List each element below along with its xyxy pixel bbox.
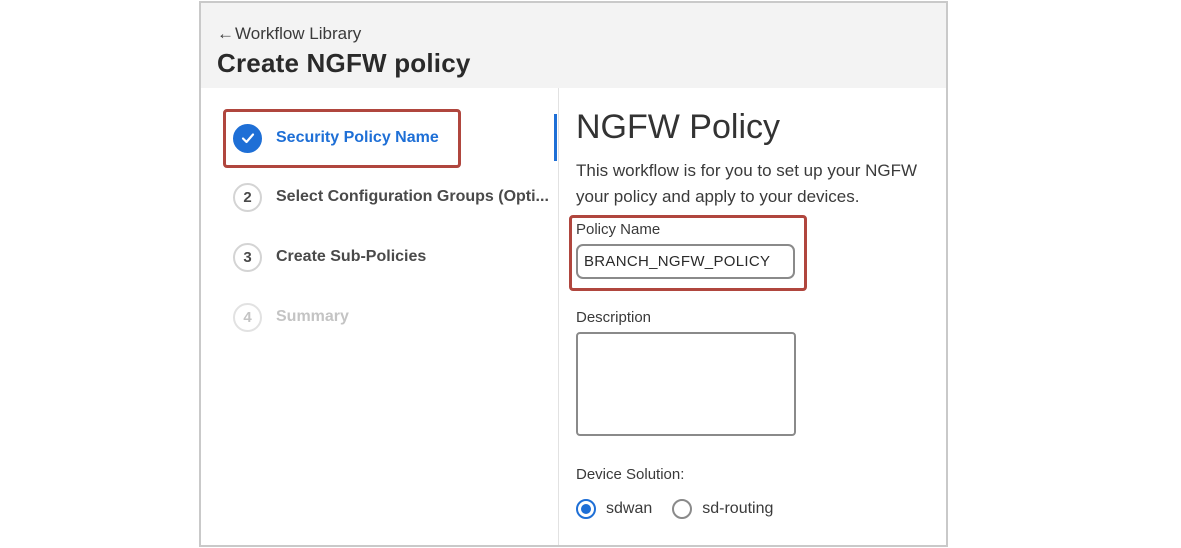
highlight-policy-name-box — [569, 215, 807, 291]
radio-label: sdwan — [606, 500, 653, 517]
intro-line-1: This workflow is for you to set up your … — [576, 161, 918, 180]
back-arrow-icon: ← — [217, 24, 234, 43]
header-bar: ← Workflow Library Create NGFW policy — [201, 3, 946, 88]
highlight-step-box — [223, 109, 461, 168]
device-solution-label: Device Solution: — [576, 466, 685, 483]
radio-sdwan[interactable]: sdwan — [576, 499, 652, 519]
step-summary: 4 Summary — [233, 302, 349, 332]
intro-text: This workflow is for you to set up your … — [576, 158, 946, 210]
radio-unselected-icon[interactable] — [672, 499, 693, 519]
back-link-label: Workflow Library — [235, 24, 362, 43]
panel-divider — [558, 88, 559, 545]
radio-sd-routing[interactable]: sd-routing — [672, 499, 773, 519]
main-content: NGFW Policy This workflow is for you to … — [576, 88, 946, 545]
step-create-sub-policies[interactable]: 3 Create Sub-Policies — [233, 242, 426, 272]
radio-selected-icon[interactable] — [576, 499, 596, 519]
step-select-configuration-groups[interactable]: 2 Select Configuration Groups (Opti... — [233, 182, 549, 212]
workflow-window: ← Workflow Library Create NGFW policy Se… — [199, 1, 948, 547]
intro-line-2: your policy and apply to your devices. — [576, 187, 860, 206]
step-number: 4 — [233, 302, 262, 332]
step-number: 3 — [233, 242, 262, 272]
content-title: NGFW Policy — [576, 108, 780, 146]
description-textarea[interactable] — [576, 332, 796, 436]
device-solution-radio-group: sdwan sd-routing — [576, 499, 793, 519]
step-label: Create Sub-Policies — [276, 248, 427, 265]
step-label: Summary — [276, 308, 349, 325]
step-number: 2 — [233, 182, 262, 212]
description-label: Description — [576, 309, 652, 326]
radio-label: sd-routing — [702, 500, 774, 517]
page-title: Create NGFW policy — [217, 48, 471, 78]
active-step-indicator — [554, 114, 557, 161]
back-to-workflow-library-link[interactable]: ← Workflow Library — [217, 24, 361, 44]
step-label: Select Configuration Groups (Opti... — [276, 188, 549, 205]
